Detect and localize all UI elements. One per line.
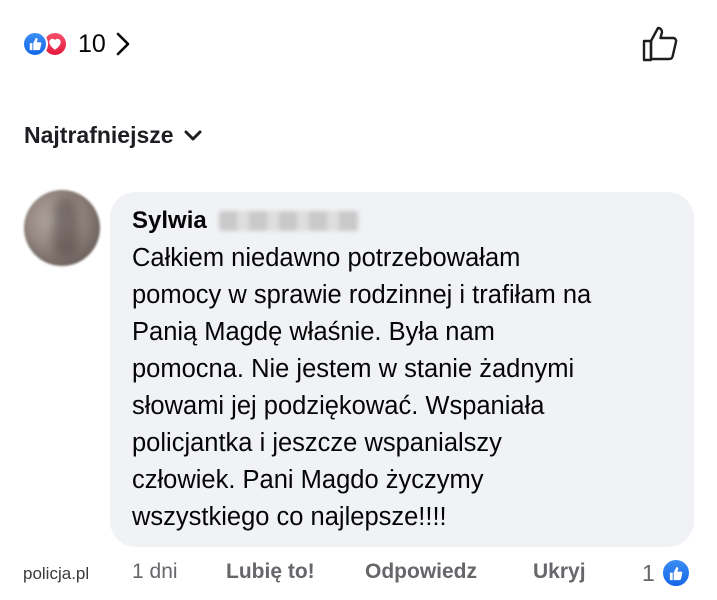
comment-text: Całkiem niedawno potrzebowałam pomocy w … (132, 244, 592, 531)
post-reactions-summary[interactable]: 10 (22, 26, 130, 62)
comment-author-name[interactable]: Sylwia (132, 207, 207, 235)
comment-reactions[interactable]: 1 (642, 558, 691, 588)
blurred-surname (218, 211, 359, 231)
chevron-right-icon (116, 32, 130, 56)
reply-button[interactable]: Odpowiedz (365, 560, 477, 584)
comment-sort-dropdown[interactable]: Najtrafniejsze (24, 122, 202, 149)
chevron-down-icon (184, 130, 202, 142)
like-reaction-icon (22, 31, 48, 57)
like-reaction-icon (660, 558, 691, 588)
hide-button[interactable]: Ukryj (533, 560, 586, 584)
thumbs-up-outline-icon[interactable] (640, 24, 680, 64)
like-comment-button[interactable]: Lubię to! (226, 560, 315, 584)
comment-bubble: Sylwia Całkiem niedawno potrzebowałam po… (110, 192, 694, 547)
comment-time: 1 dni (132, 560, 178, 583)
comment-reaction-count: 1 (642, 559, 655, 586)
reaction-count: 10 (78, 29, 106, 58)
sort-label: Najtrafniejsze (24, 122, 174, 148)
comment-actions: 1 dni Lubię to! Odpowiedz Ukryj (0, 560, 717, 592)
avatar[interactable] (24, 190, 100, 266)
